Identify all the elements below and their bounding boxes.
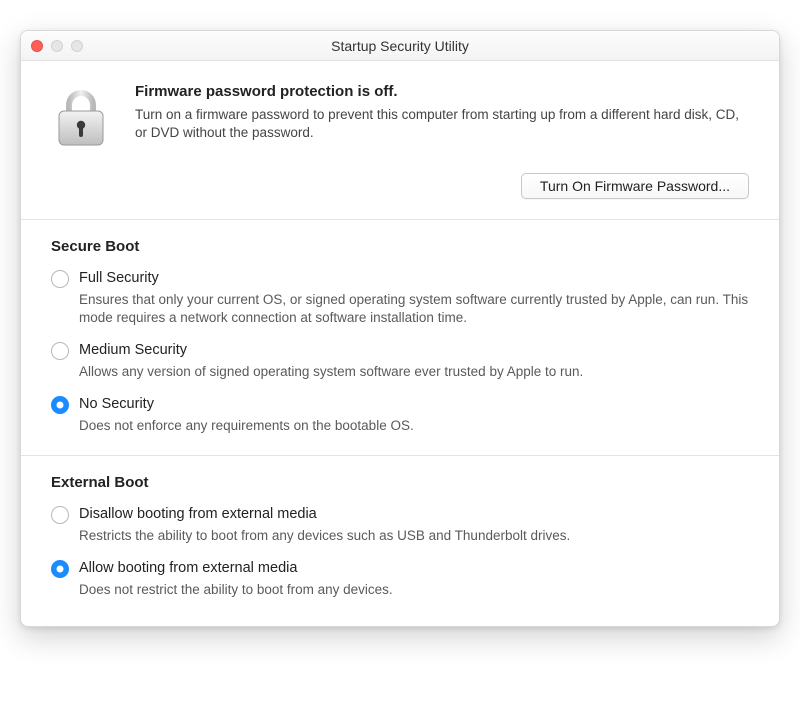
option-description: Restricts the ability to boot from any d… — [79, 527, 749, 545]
secure-boot-heading: Secure Boot — [51, 238, 749, 255]
option-medium-security: Medium Security Allows any version of si… — [51, 341, 749, 381]
option-allow-external: Allow booting from external media Does n… — [51, 559, 749, 599]
option-description: Does not enforce any requirements on the… — [79, 417, 749, 435]
titlebar: Startup Security Utility — [21, 31, 779, 61]
option-label: No Security — [79, 395, 749, 414]
firmware-password-status-title: Firmware password protection is off. — [135, 83, 751, 100]
option-label: Disallow booting from external media — [79, 505, 749, 524]
radio-disallow-external[interactable] — [51, 506, 69, 524]
header-row: Firmware password protection is off. Tur… — [49, 83, 751, 149]
radio-medium-security[interactable] — [51, 342, 69, 360]
radio-no-security[interactable] — [51, 396, 69, 414]
option-disallow-external: Disallow booting from external media Res… — [51, 505, 749, 545]
minimize-icon — [51, 40, 63, 52]
close-icon[interactable] — [31, 40, 43, 52]
option-no-security: No Security Does not enforce any require… — [51, 395, 749, 435]
lock-icon — [49, 85, 113, 149]
button-row: Turn On Firmware Password... — [49, 173, 751, 199]
header-text: Firmware password protection is off. Tur… — [135, 83, 751, 142]
external-boot-heading: External Boot — [51, 474, 749, 491]
option-description: Allows any version of signed operating s… — [79, 363, 749, 381]
option-label: Medium Security — [79, 341, 749, 360]
radio-full-security[interactable] — [51, 270, 69, 288]
firmware-password-section: Firmware password protection is off. Tur… — [21, 61, 779, 220]
secure-boot-section: Secure Boot Full Security Ensures that o… — [21, 220, 779, 456]
option-full-security: Full Security Ensures that only your cur… — [51, 269, 749, 327]
radio-allow-external[interactable] — [51, 560, 69, 578]
traffic-lights — [31, 40, 83, 52]
window-title: Startup Security Utility — [331, 38, 469, 54]
option-label: Allow booting from external media — [79, 559, 749, 578]
option-description: Does not restrict the ability to boot fr… — [79, 581, 749, 599]
external-boot-section: External Boot Disallow booting from exte… — [21, 456, 779, 625]
firmware-password-description: Turn on a firmware password to prevent t… — [135, 106, 751, 142]
option-description: Ensures that only your current OS, or si… — [79, 291, 749, 327]
window: Startup Security Utility — [20, 30, 780, 627]
option-label: Full Security — [79, 269, 749, 288]
turn-on-firmware-password-button[interactable]: Turn On Firmware Password... — [521, 173, 749, 199]
maximize-icon — [71, 40, 83, 52]
